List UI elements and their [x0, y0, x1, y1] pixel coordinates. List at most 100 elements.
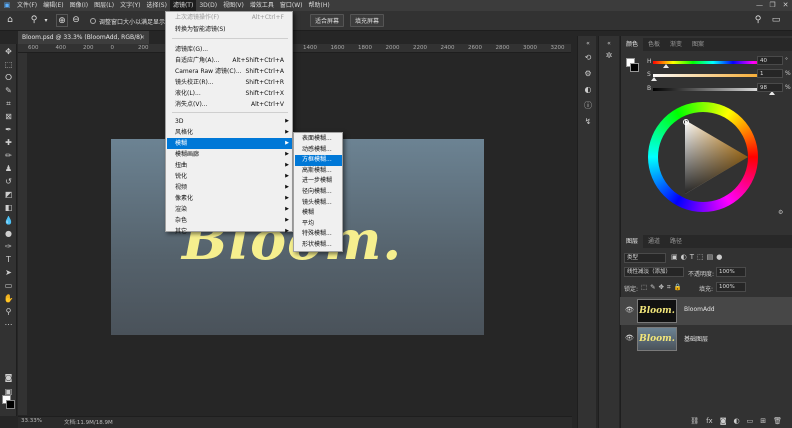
brush-tool-icon[interactable]: ✏	[2, 150, 15, 161]
history-icon[interactable]: ⟲	[581, 52, 595, 64]
menu-select[interactable]: 选择(S)	[143, 0, 170, 11]
fit-screen-button[interactable]: 适合屏幕	[310, 14, 345, 27]
zoom-tool-icon[interactable]: ⚲	[2, 306, 15, 317]
menu-view[interactable]: 视图(V)	[220, 0, 247, 11]
tab-patterns[interactable]: 图案	[687, 38, 709, 51]
color-triangle[interactable]	[648, 102, 758, 212]
lock-icons[interactable]: ⬚✎✥⌗🔒	[641, 283, 685, 292]
vertical-scrollbar[interactable]	[571, 44, 575, 416]
path-select-tool-icon[interactable]: ➤	[2, 267, 15, 278]
eyedropper-tool-icon[interactable]: ✒	[2, 124, 15, 135]
quick-select-tool-icon[interactable]: ✎	[2, 85, 15, 96]
rectangle-tool-icon[interactable]: ▭	[2, 280, 15, 291]
filter-menu-item[interactable]: 模糊画廊 ▶	[167, 149, 292, 160]
menu-plugins[interactable]: 增效工具	[247, 0, 277, 11]
more-tools-icon[interactable]: ⋯	[2, 319, 15, 330]
h-value-field[interactable]: 40	[757, 56, 783, 65]
filter-menu-item[interactable]: 渲染 ▶	[167, 204, 292, 215]
eraser-tool-icon[interactable]: ◩	[2, 189, 15, 200]
tab-paths[interactable]: 路径	[665, 235, 687, 248]
blur-submenu-item[interactable]: 高斯模糊...	[295, 166, 342, 177]
blur-submenu-item[interactable]: 动感模糊...	[295, 145, 342, 156]
zoom-tool-icon[interactable]: ⚲	[28, 14, 40, 27]
layer-name[interactable]: BloomAdd	[684, 306, 715, 313]
blur-submenu-item[interactable]: 进一步模糊	[295, 176, 342, 187]
filter-menu-item[interactable]: 扭曲 ▶	[167, 160, 292, 171]
properties-icon[interactable]: ⚙	[581, 68, 595, 80]
gradient-tool-icon[interactable]: ◧	[2, 202, 15, 213]
healing-brush-tool-icon[interactable]: ✚	[2, 137, 15, 148]
blend-mode-select[interactable]: 线性减淡（添加）	[624, 267, 684, 277]
close-icon[interactable]: ✕	[779, 0, 792, 11]
opacity-field[interactable]: 100%	[716, 267, 746, 277]
menu-layer[interactable]: 图层(L)	[91, 0, 117, 11]
background-color-swatch[interactable]	[6, 400, 15, 409]
filter-menu-item[interactable]: 锐化 ▶	[167, 171, 292, 182]
menu-window[interactable]: 窗口(W)	[277, 0, 306, 11]
b-value-field[interactable]: 98	[757, 83, 783, 92]
tab-swatches[interactable]: 色板	[643, 38, 665, 51]
link-icon[interactable]: ⛓	[690, 414, 699, 428]
blur-submenu-item[interactable]: 平均	[295, 219, 342, 230]
filter-menu-item[interactable]: 上次滤镜操作(F) Alt+Ctrl+F	[167, 12, 292, 23]
filter-menu-item[interactable]: 3D ▶	[167, 116, 292, 127]
filter-menu-item[interactable]: 模糊 ▶	[167, 138, 292, 149]
group-icon[interactable]: ▭	[747, 414, 754, 428]
filter-menu-item[interactable]: 自适应广角(A)... Alt+Shift+Ctrl+A	[167, 55, 292, 66]
filter-menu-item[interactable]: 镜头校正(R)... Shift+Ctrl+R	[167, 77, 292, 88]
mask-icon[interactable]: ◙	[720, 414, 727, 428]
layer-row-base[interactable]: 👁 Bloom. 基础图层	[620, 325, 792, 353]
filter-menu-item[interactable]: 视频 ▶	[167, 182, 292, 193]
lasso-tool-icon[interactable]: ⵔ	[2, 72, 15, 83]
filter-menu-item[interactable]: 像素化 ▶	[167, 193, 292, 204]
tab-color[interactable]: 颜色	[621, 38, 644, 51]
menu-type[interactable]: 文字(Y)	[117, 0, 143, 11]
layer-name[interactable]: 基础图层	[684, 334, 708, 343]
layer-kind-filter[interactable]: 类型	[624, 253, 666, 263]
menu-3d[interactable]: 3D(D)	[196, 0, 220, 11]
frame-tool-icon[interactable]: ⊠	[2, 111, 15, 122]
clone-stamp-tool-icon[interactable]: ♟	[2, 163, 15, 174]
blur-tool-icon[interactable]: 💧	[2, 215, 15, 226]
tab-gradients[interactable]: 渐变	[665, 38, 687, 51]
type-tool-icon[interactable]: T	[2, 254, 15, 265]
filter-menu-item[interactable]: 转换为智能滤镜(S)	[167, 24, 292, 35]
settings-gear-icon[interactable]: ✲	[602, 50, 616, 62]
filter-menu-item[interactable]: 其它 ▶	[167, 226, 292, 237]
ps-logo-icon[interactable]: ▣	[0, 0, 14, 11]
s-value-field[interactable]: 1	[757, 69, 783, 78]
filter-menu-item[interactable]: 消失点(V)... Alt+Ctrl+V	[167, 99, 292, 110]
saturation-slider-knob[interactable]	[651, 77, 657, 81]
minimize-icon[interactable]: —	[753, 0, 766, 11]
new-layer-icon[interactable]: ⊞	[760, 414, 766, 428]
fill-field[interactable]: 100%	[716, 282, 746, 292]
zoom-in-icon[interactable]: ⊕	[56, 14, 68, 27]
trash-icon[interactable]: 🗑	[773, 414, 782, 428]
filter-menu-item[interactable]: 液化(L)... Shift+Ctrl+X	[167, 88, 292, 99]
close-tab-icon[interactable]: ×	[140, 31, 145, 44]
marquee-tool-icon[interactable]: ⬚	[2, 59, 15, 70]
blur-submenu-item[interactable]: 方框模糊...	[295, 155, 342, 166]
blur-submenu-item[interactable]: 形状模糊...	[295, 240, 342, 251]
blur-submenu-item[interactable]: 模糊	[295, 208, 342, 219]
screen-mode-icon[interactable]: ▣	[2, 386, 15, 397]
paths-icon[interactable]: ↯	[581, 116, 595, 128]
chevron-down-icon[interactable]: ▾	[40, 14, 52, 27]
info-icon[interactable]: ⓘ	[581, 100, 595, 112]
workspace-icon[interactable]: ▭	[770, 14, 782, 27]
filter-menu-item[interactable]: Camera Raw 滤镜(C)... Shift+Ctrl+A	[167, 66, 292, 77]
visibility-eye-icon[interactable]: 👁	[625, 306, 634, 314]
fx-icon[interactable]: fx	[706, 414, 713, 428]
pen-tool-icon[interactable]: ✑	[2, 241, 15, 252]
color-panel-menu-icon[interactable]: ⚙	[778, 209, 783, 216]
zoom-out-icon[interactable]: ⊖	[70, 14, 82, 27]
brightness-slider[interactable]	[653, 88, 773, 91]
hand-tool-icon[interactable]: ✋	[2, 293, 15, 304]
history-brush-tool-icon[interactable]: ↺	[2, 176, 15, 187]
blur-submenu-item[interactable]: 表面模糊...	[295, 134, 342, 145]
restore-icon[interactable]: ❐	[766, 0, 779, 11]
visibility-eye-icon[interactable]: 👁	[625, 334, 634, 342]
quick-mask-icon[interactable]: ◙	[2, 372, 15, 383]
menu-filter[interactable]: 滤镜(T)	[169, 0, 197, 11]
saturation-slider[interactable]	[653, 74, 773, 77]
